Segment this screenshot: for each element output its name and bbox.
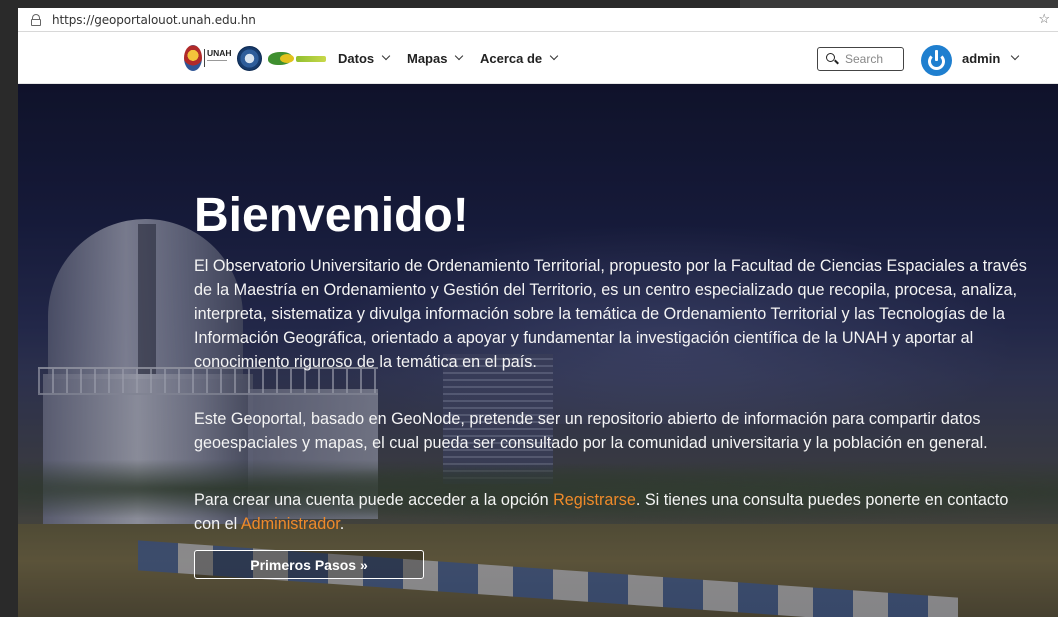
menu-mapas[interactable]: Mapas <box>407 32 464 84</box>
menu-mapas-label: Mapas <box>407 50 448 66</box>
username: admin <box>962 50 1001 66</box>
address-bar[interactable]: https://geoportalouot.unah.edu.hn ☆ <box>18 8 1058 32</box>
chevron-down-icon <box>455 51 464 61</box>
user-menu[interactable]: admin <box>962 32 1020 84</box>
hero-banner: Bienvenido! El Observatorio Universitari… <box>18 84 1058 617</box>
chevron-down-icon <box>1011 51 1020 61</box>
maestria-logo[interactable] <box>268 52 326 65</box>
search-icon[interactable] <box>826 53 835 62</box>
window-chrome <box>740 0 1058 8</box>
unah-wordmark[interactable]: UNAH <box>204 48 232 67</box>
power-icon-bar <box>935 50 938 61</box>
hero-title: Bienvenido! <box>194 189 469 242</box>
primeros-pasos-button[interactable]: Primeros Pasos » <box>194 550 424 579</box>
register-link[interactable]: Registrarse <box>553 491 636 509</box>
menu-acerca-de[interactable]: Acerca de <box>480 32 559 84</box>
url-text[interactable]: https://geoportalouot.unah.edu.hn <box>52 13 256 27</box>
menu-datos[interactable]: Datos <box>338 32 391 84</box>
unah-shield-logo[interactable] <box>184 45 202 71</box>
menu-datos-label: Datos <box>338 50 375 66</box>
hero-geoportal-paragraph: Este Geoportal, basado en GeoNode, prete… <box>194 410 988 452</box>
top-navbar: UNAH Datos Mapas Acerca de admin <box>18 32 1058 84</box>
search-box[interactable] <box>817 47 904 71</box>
administrator-link[interactable]: Administrador <box>241 515 340 533</box>
hero-intro-paragraph: El Observatorio Universitario de Ordenam… <box>194 257 1027 371</box>
hero-account-paragraph: Para crear una cuenta puede acceder a la… <box>194 488 1034 536</box>
lock-icon <box>30 13 42 26</box>
browser-window: https://geoportalouot.unah.edu.hn ☆ UNAH… <box>0 0 1058 617</box>
chevron-down-icon <box>381 51 391 61</box>
account-text-before: Para crear una cuenta puede acceder a la… <box>194 491 554 509</box>
menu-acerca-de-label: Acerca de <box>480 50 543 66</box>
user-avatar[interactable] <box>921 45 952 76</box>
observatorio-logo[interactable] <box>237 46 262 71</box>
unah-logo-text: UNAH <box>207 48 232 58</box>
chevron-down-icon <box>549 51 559 61</box>
search-input[interactable] <box>845 51 901 67</box>
account-text-after: . <box>339 515 345 533</box>
bookmark-star-icon[interactable]: ☆ <box>1038 11 1050 27</box>
